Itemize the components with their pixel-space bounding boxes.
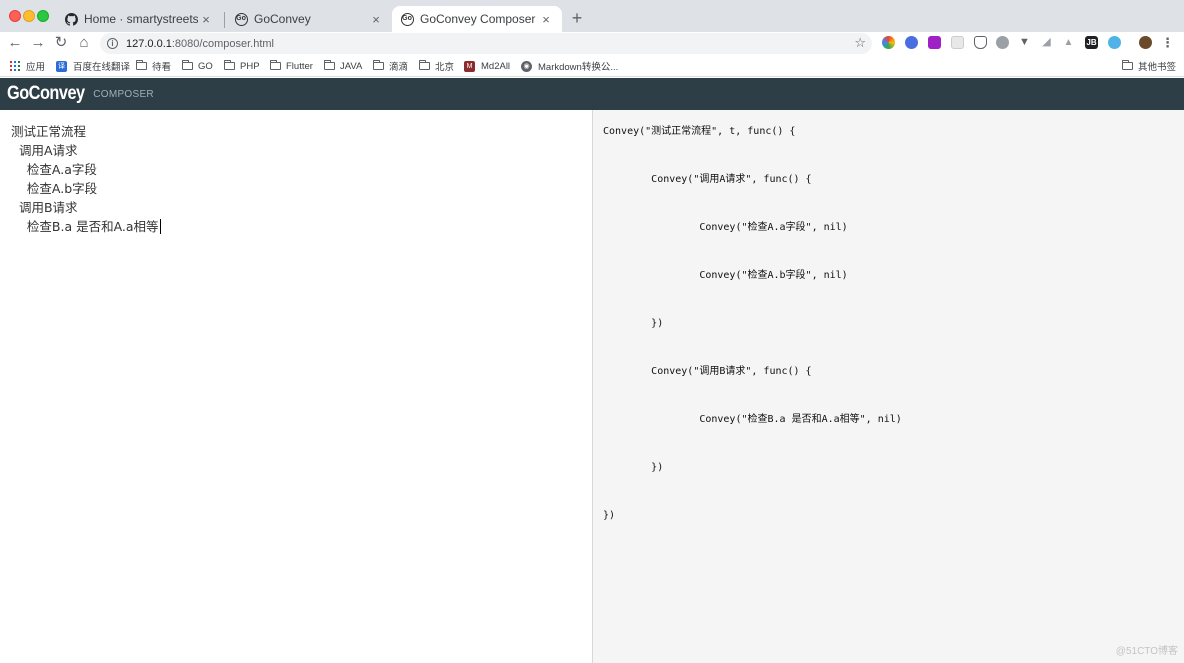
extension-icon[interactable] xyxy=(951,36,964,49)
minimize-window-button[interactable] xyxy=(23,10,35,22)
bookmark-folder[interactable]: Flutter xyxy=(270,59,313,73)
text-cursor xyxy=(159,219,161,234)
zoom-window-button[interactable] xyxy=(37,10,49,22)
tab-strip: Home · smartystreets/goconvey × Go GoCon… xyxy=(0,0,1184,32)
url-path: :8080/composer.html xyxy=(171,37,274,50)
jsonview-extension-icon[interactable]: JB xyxy=(1085,36,1098,49)
folder-icon xyxy=(136,60,147,70)
bookmark-label: JAVA xyxy=(340,60,363,72)
composer-label: COMPOSER xyxy=(93,88,154,100)
bookmark-star-icon[interactable]: ☆ xyxy=(854,35,866,51)
reload-icon[interactable]: ↻ xyxy=(52,34,70,52)
bookmark-folder[interactable]: 待看 xyxy=(136,59,171,73)
bookmark-label: Markdown转换公... xyxy=(538,62,619,73)
tab-title: GoConvey Composer xyxy=(420,12,536,26)
composer-textarea[interactable]: 测试正常流程 调用A请求 检查A.a字段 检查A.b字段 调用B请求 检查B.a… xyxy=(11,122,581,236)
close-window-button[interactable] xyxy=(9,10,21,22)
bookmark-label: PHP xyxy=(240,60,260,72)
tab-title: GoConvey xyxy=(254,12,311,26)
goconvey-icon: Go xyxy=(400,12,414,26)
bookmark-label: Md2All xyxy=(481,60,511,72)
generated-code: Convey("测试正常流程", t, func() { Convey("调用A… xyxy=(603,126,902,521)
tab-separator xyxy=(224,12,225,28)
folder-icon xyxy=(270,60,281,70)
extension-icon[interactable]: ◢ xyxy=(1040,36,1053,49)
folder-icon xyxy=(373,60,384,70)
close-icon[interactable]: × xyxy=(368,12,384,27)
extension-icon[interactable] xyxy=(905,36,918,49)
bookmark-folder[interactable]: 北京 xyxy=(419,59,454,73)
url-host: 127.0.0.1 xyxy=(126,37,172,50)
translate-icon: 译 xyxy=(56,60,67,72)
bookmark-label: GO xyxy=(198,60,213,72)
back-arrow-icon[interactable]: ← xyxy=(6,34,24,52)
extension-icon[interactable] xyxy=(1108,36,1121,49)
bookmark-baidu-translate[interactable]: 译 百度在线翻译 xyxy=(56,59,130,73)
composer-text: 测试正常流程 调用A请求 检查A.a字段 检查A.b字段 调用B请求 检查B.a… xyxy=(11,124,159,234)
bookmark-label: 待看 xyxy=(152,62,172,73)
bookmark-folder[interactable]: PHP xyxy=(224,59,260,73)
generated-code-pane: Convey("测试正常流程", t, func() { Convey("调用A… xyxy=(593,110,1184,663)
new-tab-button[interactable]: + xyxy=(568,8,586,29)
md2all-icon: M xyxy=(464,60,475,72)
menu-dots-icon[interactable]: ⋮ xyxy=(1161,36,1174,49)
app-header: GoConvey COMPOSER xyxy=(0,78,1184,110)
bookmark-label: 应用 xyxy=(26,62,46,73)
bookmark-folder[interactable]: 滴滴 xyxy=(373,59,408,73)
github-icon xyxy=(64,12,78,26)
goconvey-icon: Go xyxy=(234,12,248,26)
color-picker-extension-icon[interactable] xyxy=(882,36,895,49)
tab-github[interactable]: Home · smartystreets/goconvey × xyxy=(56,6,222,32)
bookmark-apps[interactable]: 应用 xyxy=(10,59,45,73)
composer-input-pane[interactable]: 测试正常流程 调用A请求 检查A.a字段 检查A.b字段 调用B请求 检查B.a… xyxy=(0,110,593,663)
forward-arrow-icon[interactable]: → xyxy=(29,34,47,52)
apps-grid-icon xyxy=(10,61,20,71)
address-bar[interactable]: i 127.0.0.1:8080/composer.html ☆ xyxy=(100,33,872,54)
bookmark-markdown[interactable]: ◉ Markdown转换公... xyxy=(521,59,618,73)
profile-avatar[interactable] xyxy=(1139,36,1152,49)
folder-icon xyxy=(224,60,235,70)
home-icon[interactable]: ⌂ xyxy=(75,34,93,52)
tab-goconvey-composer[interactable]: Go GoConvey Composer × xyxy=(392,6,562,32)
bookmark-folder[interactable]: JAVA xyxy=(324,59,362,73)
tab-goconvey[interactable]: Go GoConvey × xyxy=(226,6,392,32)
other-bookmarks[interactable]: 其他书签 xyxy=(1122,59,1176,73)
bookmark-label: 其他书签 xyxy=(1138,62,1177,73)
close-icon[interactable]: × xyxy=(538,12,554,27)
site-info-icon[interactable]: i xyxy=(107,38,118,49)
browser-toolbar: ← → ↻ ⌂ i 127.0.0.1:8080/composer.html ☆… xyxy=(0,32,1184,55)
shield-icon[interactable] xyxy=(974,36,987,49)
vue-devtools-icon[interactable]: ▼ xyxy=(1018,36,1031,49)
bookmark-label: 北京 xyxy=(435,62,455,73)
extension-icon[interactable] xyxy=(996,36,1009,49)
close-icon[interactable]: × xyxy=(198,12,214,27)
extension-icon[interactable]: ▲ xyxy=(1062,36,1075,49)
folder-icon xyxy=(419,60,430,70)
extension-icon[interactable] xyxy=(928,36,941,49)
watermark: @51CTO博客 xyxy=(1115,646,1178,657)
folder-icon xyxy=(324,60,335,70)
bookmark-label: 百度在线翻译 xyxy=(73,62,131,73)
goconvey-logo[interactable]: GoConvey xyxy=(7,83,85,105)
bookmarks-bar: 应用 译 百度在线翻译 待看 GO PHP Flutter JAVA 滴滴 北京… xyxy=(0,55,1184,77)
folder-icon xyxy=(182,60,193,70)
bookmark-md2all[interactable]: M Md2All xyxy=(464,59,510,73)
bookmark-label: 滴滴 xyxy=(389,62,409,73)
globe-icon: ◉ xyxy=(521,60,532,72)
bookmark-folder[interactable]: GO xyxy=(182,59,213,73)
tab-title: Home · smartystreets/goconvey xyxy=(84,12,198,26)
bookmark-label: Flutter xyxy=(286,60,313,72)
folder-icon xyxy=(1122,60,1133,70)
